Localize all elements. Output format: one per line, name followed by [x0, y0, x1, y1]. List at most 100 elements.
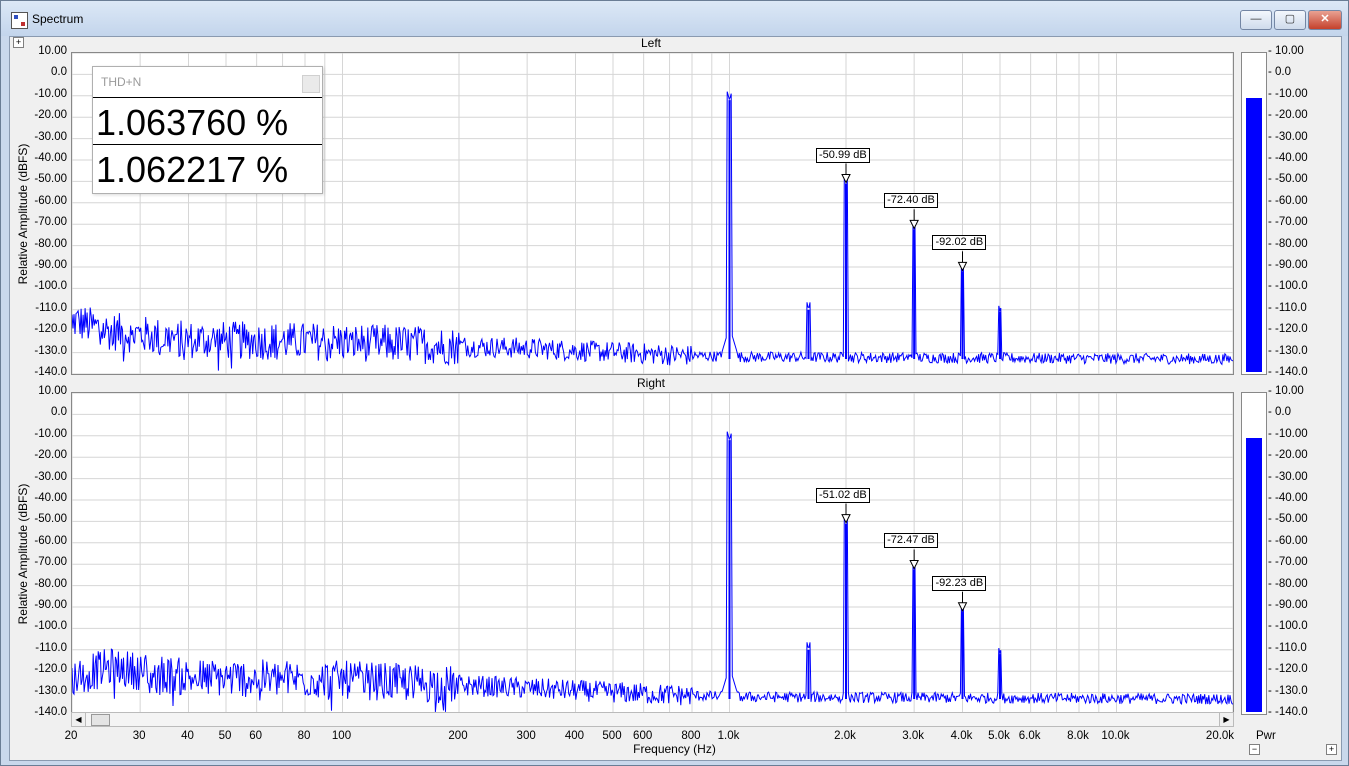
meter-tick-label: - -20.00 — [1268, 109, 1308, 122]
y-tick-label: -120.0 — [34, 663, 67, 676]
x-tick-label: 400 — [564, 730, 585, 742]
window-title: Spectrum — [32, 12, 84, 26]
meter-tick-label: - -20.00 — [1268, 449, 1308, 462]
x-tick-label: 50 — [218, 730, 232, 742]
title-bar[interactable]: Spectrum — ▢ ✕ — [1, 1, 1348, 36]
x-tick-label: 1.0k — [717, 730, 740, 742]
marker-label[interactable]: -51.02 dB — [816, 487, 870, 503]
meter-tick-label: - -60.00 — [1268, 194, 1308, 207]
meter-tick-label: - -60.00 — [1268, 534, 1308, 547]
scroll-left-button[interactable]: ◀ — [72, 713, 86, 726]
meter-tick-label: - 10.00 — [1268, 385, 1304, 397]
meter-tick-label: - -110.0 — [1268, 641, 1307, 654]
y-tick-label: -130.0 — [34, 344, 67, 357]
thd-n-header[interactable]: THD+N — [93, 67, 322, 98]
y-tick-label: -80.00 — [34, 237, 67, 250]
x-tick-label: 2.0k — [834, 730, 856, 742]
meter-tick-label: - -40.00 — [1268, 152, 1308, 164]
thd-n-close-button[interactable] — [302, 75, 320, 93]
meter-tick-label: - 0.0 — [1268, 406, 1292, 419]
meter-tick-label: - -100.0 — [1268, 620, 1308, 633]
meter-tick-label: - -40.00 — [1268, 492, 1308, 504]
scroll-right-button[interactable]: ▶ — [1219, 713, 1233, 726]
thd-n-left-value: 1.063760 % — [93, 98, 322, 145]
meter-tick-label: - -10.00 — [1268, 87, 1308, 100]
y-tick-label: -20.00 — [34, 449, 67, 462]
y-tick-label: -40.00 — [34, 152, 67, 164]
thd-n-right-value: 1.062217 % — [96, 149, 289, 190]
horizontal-scrollbar[interactable]: ◀ ▶ — [71, 712, 1234, 727]
x-tick-label: 5.0k — [988, 730, 1010, 742]
right-spectrum-plot[interactable] — [71, 392, 1234, 715]
x-tick-label: 500 — [602, 730, 622, 742]
meter-tick-label: - -100.0 — [1268, 280, 1308, 293]
y-tick-label: -70.00 — [34, 216, 67, 229]
meter-tick-label: - -110.0 — [1268, 301, 1307, 314]
maximize-button[interactable]: ▢ — [1274, 10, 1306, 30]
right-pwr-meter — [1241, 392, 1267, 715]
y-tick-label: -30.00 — [34, 130, 67, 143]
x-axis-label: Frequency (Hz) — [633, 742, 716, 756]
meter-tick-label: - -120.0 — [1268, 323, 1308, 336]
meter-tick-label: - -90.00 — [1268, 259, 1308, 271]
y-tick-label: -100.0 — [34, 620, 67, 633]
meter-tick-label: - -140.0 — [1268, 366, 1308, 378]
meter-tick-label: - -70.00 — [1268, 216, 1308, 229]
y-tick-label: -140.0 — [34, 366, 67, 378]
minimize-button[interactable]: — — [1240, 10, 1272, 30]
thd-n-panel[interactable]: THD+N 1.063760 % 1.062217 % — [92, 66, 323, 194]
y-tick-label: -50.00 — [34, 513, 67, 526]
left-pwr-meter — [1241, 52, 1267, 375]
y-tick-label: -10.00 — [34, 87, 67, 100]
y-tick-label: 0.0 — [51, 66, 67, 79]
y-tick-label: -120.0 — [34, 323, 67, 336]
y-tick-label: -60.00 — [34, 194, 67, 207]
x-tick-label: 3.0k — [902, 730, 925, 742]
x-tick-label: 300 — [516, 730, 536, 742]
meter-tick-label: - -30.00 — [1268, 130, 1308, 143]
marker-label[interactable]: -92.02 dB — [932, 235, 987, 251]
close-button[interactable]: ✕ — [1308, 10, 1342, 30]
meter-tick-label: - 10.00 — [1268, 45, 1304, 57]
y-tick-label: -90.00 — [34, 599, 67, 611]
marker-label[interactable]: -72.47 dB — [884, 533, 938, 549]
x-tick-label: 200 — [448, 730, 468, 742]
x-tick-label: 40 — [181, 730, 194, 742]
meter-tick-label: - -80.00 — [1268, 237, 1308, 250]
meter-tick-label: - -130.0 — [1268, 344, 1308, 357]
y-tick-label: -30.00 — [34, 470, 67, 483]
thd-n-title: THD+N — [101, 75, 142, 89]
meter-tick-label: - -30.00 — [1268, 470, 1308, 483]
marker-label[interactable]: -50.99 dB — [816, 147, 870, 163]
y-tick-label: -60.00 — [34, 534, 67, 547]
marker-triangle[interactable] — [957, 261, 968, 272]
x-tick-label: 80 — [297, 730, 311, 742]
y-tick-label: -80.00 — [34, 577, 67, 590]
meter-tick-label: - -120.0 — [1268, 663, 1308, 676]
marker-label[interactable]: -72.40 dB — [884, 193, 938, 209]
meter-tick-label: - -90.00 — [1268, 599, 1308, 611]
y-tick-label: 0.0 — [51, 406, 67, 419]
y-tick-label: -90.00 — [34, 259, 67, 271]
y-tick-label: -40.00 — [34, 492, 67, 504]
right-pwr-bar — [1246, 437, 1262, 712]
meter-tick-label: - -70.00 — [1268, 556, 1308, 569]
x-tick-label: 8.0k — [1067, 730, 1089, 742]
y-tick-label: -100.0 — [34, 280, 67, 293]
meter-tick-label: - -50.00 — [1268, 173, 1308, 186]
x-tick-label: 800 — [681, 730, 701, 742]
y-tick-label: -50.00 — [34, 173, 67, 186]
x-tick-label: 600 — [633, 730, 653, 742]
marker-label[interactable]: -92.23 dB — [932, 575, 987, 591]
left-pwr-bar — [1246, 97, 1262, 372]
x-tick-label: 20.0k — [1205, 730, 1235, 742]
right-panel-title: Right — [636, 376, 665, 390]
y-tick-label: -20.00 — [34, 109, 67, 122]
y-tick-label: -130.0 — [34, 684, 67, 697]
scroll-thumb[interactable] — [91, 714, 110, 726]
y-tick-label: 10.00 — [38, 385, 67, 397]
meter-tick-label: - 0.0 — [1268, 66, 1292, 79]
meter-tick-label: - -50.00 — [1268, 513, 1308, 526]
x-tick-label: 10.0k — [1101, 730, 1130, 742]
spectrum-app-icon — [11, 12, 28, 29]
